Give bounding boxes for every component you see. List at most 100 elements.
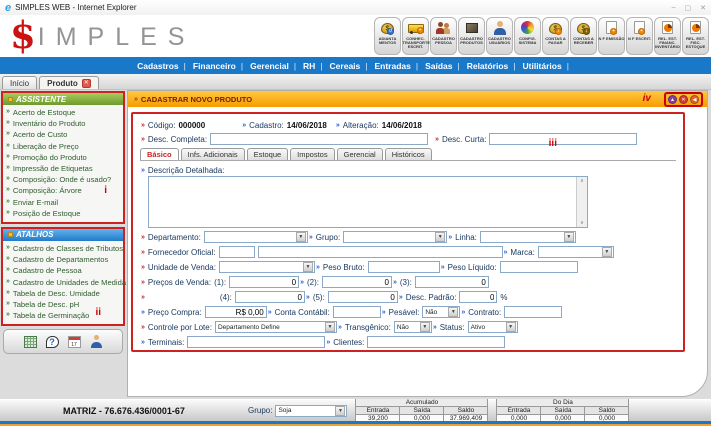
minimize-button[interactable]: – xyxy=(672,4,676,12)
toolbar-button-cadastro-usuarios[interactable]: CADASTRO USUÁRIOS xyxy=(486,17,513,55)
tab-infs-adicionais[interactable]: Infs. Adicionais xyxy=(181,148,245,160)
tab-produto[interactable]: Produto ✕ xyxy=(39,76,99,89)
toolbar-button-config-sistema[interactable]: CONFIG. SISTEMA xyxy=(514,17,541,55)
menu-item[interactable]: Cadastros xyxy=(136,61,192,71)
menu-item[interactable]: Cereais xyxy=(329,61,374,71)
toolbar-button-nf-emissao[interactable]: + N F EMISSÃO xyxy=(598,17,625,55)
grupo-statusbar-select[interactable]: Soja ▼ xyxy=(275,405,347,417)
terminais-label: Terminais: xyxy=(148,338,184,347)
sidebar-item[interactable]: » Cadastro de Departamentos xyxy=(6,254,122,265)
sidebar-item[interactable]: » Cadastro de Classes de Tributos xyxy=(6,243,122,254)
toolbar-button-rel-inventario[interactable]: REL. EST. FINANC. INVENTÁRIO xyxy=(654,17,681,55)
sidebar-item[interactable]: » Inventário do Produto xyxy=(6,118,122,129)
user-icon[interactable] xyxy=(90,335,103,348)
toolbar-button-contas-a-pagar[interactable]: ↓ CONTAS A PAGAR xyxy=(542,17,569,55)
preco4-input[interactable] xyxy=(235,291,305,303)
sidebar-item[interactable]: » Tabela de Desc. pH xyxy=(6,299,122,310)
scroll-up-icon[interactable]: ∧ xyxy=(580,178,584,184)
bullet-icon: » xyxy=(268,309,272,316)
sidebar-item[interactable]: » Cadastro de Pessoa xyxy=(6,265,122,276)
peso-liquido-input[interactable] xyxy=(500,261,578,273)
sidebar-item[interactable]: » Impressão de Etiquetas xyxy=(6,163,122,174)
tab-inicio[interactable]: Início xyxy=(2,76,37,89)
toolbar-button-cadastro-produtos[interactable]: CADASTRO PRODUTOS xyxy=(458,17,485,55)
window-title: SIMPLES WEB - Internet Explorer xyxy=(15,3,136,12)
marca-select[interactable]: ▼ xyxy=(538,246,614,258)
sidebar-item-label: Posição de Estoque xyxy=(13,209,81,218)
menu-item[interactable]: Relatórios xyxy=(466,61,522,71)
sidebar-item[interactable]: » Cadastro de Unidades de Medida xyxy=(6,276,122,287)
transgenico-select[interactable]: Não ▼ xyxy=(394,321,432,333)
maximize-button[interactable]: ▢ xyxy=(685,4,692,12)
fornecedor-codigo-input[interactable] xyxy=(219,246,255,258)
peso-bruto-input[interactable] xyxy=(368,261,440,273)
conta-contabil-input[interactable] xyxy=(333,306,381,318)
calendar-icon[interactable]: 17 xyxy=(68,336,81,348)
tab-estoque[interactable]: Estoque xyxy=(247,148,289,160)
tab-historicos[interactable]: Históricos xyxy=(385,148,432,160)
sidebar-item[interactable]: » Liberação de Preço xyxy=(6,141,122,152)
sidebar-item[interactable]: » Tabela de Desc. Umidade xyxy=(6,288,122,299)
descricao-detalhada-textarea[interactable] xyxy=(149,177,576,227)
unidade-venda-select[interactable]: ▼ xyxy=(219,261,315,273)
toolbar-button-nf-escrit[interactable]: + N F ESCRIT. xyxy=(626,17,653,55)
desc-curta-label: Desc. Curta: xyxy=(442,135,486,144)
arrow-bullet-icon: » xyxy=(6,244,10,253)
toolbar-button-conhec-transporte[interactable]: + CONHEC. TRANSPORTE ESCRIT. xyxy=(402,17,429,55)
menu-item[interactable]: Utilitários xyxy=(522,61,575,71)
bullet-icon: » xyxy=(242,122,246,129)
preco3-input[interactable] xyxy=(415,276,489,288)
linha-select[interactable]: ▼ xyxy=(480,231,576,243)
scroll-down-icon[interactable]: ∨ xyxy=(580,220,584,226)
status-select[interactable]: Ativo ▼ xyxy=(468,321,518,333)
menu-item[interactable]: Financeiro xyxy=(192,61,249,71)
pesavel-select[interactable]: Não ▼ xyxy=(422,306,460,318)
desc-padrao-input[interactable] xyxy=(459,291,497,303)
calculator-icon[interactable] xyxy=(24,336,37,348)
controle-lote-select[interactable]: Departamento Define ▼ xyxy=(215,321,337,333)
collapse-icon[interactable]: ▲ xyxy=(668,95,677,104)
toolbar-button-adiantamentos[interactable]: ↺ ADIANTA MENTOS xyxy=(374,17,401,55)
document-icon: + xyxy=(606,21,617,34)
tab-impostos[interactable]: Impostos xyxy=(290,148,334,160)
close-form-icon[interactable]: ✕ xyxy=(679,95,688,104)
sidebar-item[interactable]: » Acerto de Estoque xyxy=(6,107,122,118)
preco1-input[interactable] xyxy=(229,276,299,288)
sidebar-item-label: Cadastro de Departamentos xyxy=(13,255,108,264)
desc-completa-input[interactable] xyxy=(210,133,428,145)
sidebar-item[interactable]: » Tabela de Germinação xyxy=(6,310,122,321)
close-button[interactable]: ✕ xyxy=(700,4,706,12)
menu-item[interactable]: RH xyxy=(302,61,329,71)
desc-curta-input[interactable] xyxy=(489,133,637,145)
sidebar-item[interactable]: » Enviar E-mail xyxy=(6,197,122,208)
sidebar-item[interactable]: » Posição de Estoque xyxy=(6,208,122,219)
toolbar-button-contas-a-receber[interactable]: ↓ CONTAS A RECEBER xyxy=(570,17,597,55)
help-icon[interactable]: ? xyxy=(46,336,59,348)
contrato-input[interactable] xyxy=(504,306,562,318)
menu-item[interactable]: Gerencial xyxy=(249,61,302,71)
sidebar-item[interactable]: » Promoção do Produto xyxy=(6,152,122,163)
preco5-input[interactable] xyxy=(328,291,398,303)
main-panel: » CADASTRAR NOVO PRODUTO iv ▲ ✕ ◀ iii » … xyxy=(127,90,708,397)
menu-item[interactable]: Saídas xyxy=(424,61,466,71)
tab-gerencial[interactable]: Gerencial xyxy=(337,148,383,160)
departamento-select[interactable]: ▼ xyxy=(204,231,308,243)
menu-item[interactable]: Entradas xyxy=(373,61,424,71)
toolbar-button-rel-estoque[interactable]: REL. EST. FISC. ESTOQUE xyxy=(682,17,709,55)
tab-basico[interactable]: Básico xyxy=(140,148,179,160)
scrollbar[interactable]: ∧ ∨ xyxy=(576,177,587,227)
sidebar-item[interactable]: » Composição: Onde é usado? xyxy=(6,174,122,185)
sidebar-item[interactable]: » Acerto de Custo xyxy=(6,129,122,140)
chevron-down-icon: ▼ xyxy=(506,322,516,332)
controle-lote-label: Controle por Lote: xyxy=(148,323,212,332)
toolbar-button-cadastro-pessoa[interactable]: CADASTRO PESSOA xyxy=(430,17,457,55)
terminais-input[interactable] xyxy=(187,336,325,348)
close-tab-icon[interactable]: ✕ xyxy=(82,79,91,88)
preco2-input[interactable] xyxy=(322,276,392,288)
fornecedor-nome-input[interactable] xyxy=(258,246,503,258)
preco-compra-input[interactable] xyxy=(205,306,267,318)
grupo-select[interactable]: ▼ xyxy=(343,231,447,243)
back-icon[interactable]: ◀ xyxy=(690,95,699,104)
assistente-header: ASSISTENTE xyxy=(3,93,123,105)
clientes-input[interactable] xyxy=(367,336,505,348)
